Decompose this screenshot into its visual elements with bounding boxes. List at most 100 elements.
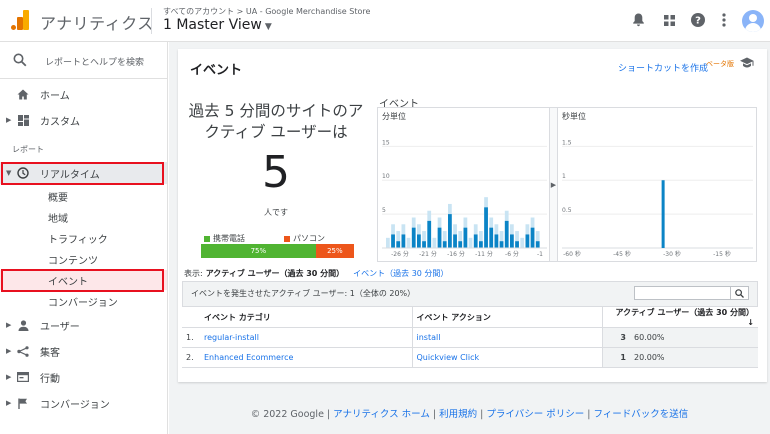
footer-link-feedback[interactable]: フィードバックを送信 [593, 409, 688, 420]
legend-pc: パソコン [284, 233, 325, 244]
bar [535, 241, 540, 248]
sidebar-subitem-events[interactable]: イベント [0, 270, 167, 290]
device-split-bar: 75% 25% [201, 244, 354, 258]
event-chart: 15 10 5 -26 分 -21 分 -16 分 -11 分 -6 分 -1 1.5 1 0.5 -6… [377, 107, 757, 262]
bar [530, 227, 535, 248]
tab-active-users[interactable]: アクティブ ユーザー（過去 30 分間） [206, 268, 344, 279]
sidebar-subitem-overview[interactable]: 概要 [0, 186, 167, 206]
y-tick-label: 5 [382, 207, 386, 214]
column-header-label: アクティブ ユーザー（過去 30 分間） [615, 308, 754, 317]
bar [427, 220, 432, 248]
active-users-unit: 人です [264, 208, 288, 217]
expand-arrow-icon: ▼ [6, 169, 12, 177]
x-tick-label: -16 分 [447, 250, 465, 258]
sidebar-item-label: 行動 [40, 373, 60, 385]
sidebar: レポートとヘルプを検索 ホーム ▶ カスタム レポート ▼ リアルタイム 概要 … [0, 42, 168, 434]
bar [661, 180, 665, 248]
events-table: イベント カテゴリ イベント アクション アクティブ ユーザー（過去 30 分間… [182, 307, 758, 368]
app-title[interactable]: アナリティクス [40, 10, 154, 34]
copyright-text: © 2022 Google [250, 409, 324, 420]
per-second-label: 秒単位 [562, 112, 586, 121]
footer-link-privacy[interactable]: プライバシー ポリシー [486, 409, 584, 420]
bar [479, 241, 483, 248]
bar [417, 234, 421, 248]
sidebar-item-custom[interactable]: ▶ カスタム [0, 109, 167, 131]
bar [401, 234, 406, 248]
column-header-category[interactable]: イベント カテゴリ [200, 307, 412, 328]
active-users-percent: 60.00% [630, 327, 758, 348]
sidebar-subitem-locations[interactable]: 地域 [0, 207, 167, 227]
help-icon[interactable]: ? [689, 11, 707, 29]
bell-icon[interactable] [629, 11, 647, 29]
subitem-label: 地域 [48, 213, 68, 225]
chart-collapse-handle[interactable]: ▶ [549, 108, 558, 261]
bar [499, 241, 504, 248]
table-search-input[interactable] [634, 286, 731, 300]
behavior-icon [17, 371, 29, 383]
create-shortcut-link[interactable]: ショートカットを作成 [618, 61, 708, 74]
x-tick-label: -11 分 [475, 250, 493, 258]
sidebar-item-behavior[interactable]: ▶ 行動 [0, 366, 167, 388]
subitem-label: トラフィック [48, 234, 108, 246]
expand-arrow-icon: ▶ [6, 347, 12, 355]
sidebar-item-acquisition[interactable]: ▶ 集客 [0, 340, 167, 362]
bar [510, 234, 514, 248]
more-vert-icon[interactable] [715, 11, 733, 29]
expand-arrow-icon: ▶ [6, 116, 12, 124]
footer: © 2022 Google | アナリティクス ホーム | 利用規約 | プライ… [250, 409, 689, 420]
sidebar-item-label: ホーム [40, 90, 70, 102]
reports-section-label: レポート [12, 145, 44, 154]
x-tick-label: -21 分 [419, 250, 437, 258]
analytics-logo[interactable] [11, 10, 29, 30]
graduation-cap-icon[interactable] [740, 57, 754, 71]
column-header-action[interactable]: イベント アクション [411, 307, 602, 328]
bar [411, 227, 416, 248]
active-users-percent: 20.00% [630, 347, 758, 368]
sidebar-item-realtime[interactable]: ▼ リアルタイム [0, 162, 167, 184]
footer-link-analytics-home[interactable]: アナリティクス ホーム [333, 409, 430, 420]
bar [489, 227, 494, 248]
expand-arrow-icon: ▶ [6, 321, 12, 329]
sidebar-item-label: リアルタイム [40, 169, 100, 181]
bar [473, 234, 478, 248]
page-title: イベント [190, 63, 243, 78]
x-tick-label: -60 秒 [563, 250, 581, 258]
event-action-link[interactable]: install [411, 327, 602, 348]
tab-events[interactable]: イベント（過去 30 分間） [353, 268, 448, 279]
footer-link-terms[interactable]: 利用規約 [439, 409, 477, 420]
expand-arrow-icon: ▶ [6, 373, 12, 381]
row-index: 2. [182, 347, 200, 368]
legend-label: パソコン [293, 234, 325, 243]
bar [494, 234, 499, 248]
report-search[interactable]: レポートとヘルプを検索 [0, 42, 167, 79]
active-users-caption: 過去 5 分間のサイトのアクティブ ユーザーは [188, 102, 364, 141]
column-header-active-users[interactable]: アクティブ ユーザー（過去 30 分間） ↓ [601, 307, 758, 328]
table-row: 2. Enhanced Ecommerce Quickview Click 1 … [182, 347, 758, 368]
sidebar-item-home[interactable]: ホーム [0, 83, 167, 105]
sidebar-subitem-content[interactable]: コンテンツ [0, 249, 167, 269]
dashboard-icon [17, 114, 29, 126]
sort-arrow-icon: ↓ [747, 318, 754, 327]
bar [437, 227, 442, 248]
sidebar-item-conversions[interactable]: ▶ コンバージョン [0, 392, 167, 414]
x-tick-label: -30 秒 [663, 250, 681, 258]
account-breadcrumb[interactable]: すべてのアカウント > UA - Google Merchandise Stor… [163, 6, 370, 17]
apps-icon[interactable] [660, 11, 678, 29]
event-category-link[interactable]: regular-install [200, 327, 412, 348]
sidebar-subitem-conversions[interactable]: コンバージョン [0, 291, 167, 311]
chevron-down-icon: ▼ [264, 22, 272, 32]
sidebar-subitem-traffic[interactable]: トラフィック [0, 228, 167, 248]
subitem-label: イベント [48, 276, 88, 288]
event-category-link[interactable]: Enhanced Ecommerce [200, 347, 412, 368]
view-selector[interactable]: 1 Master View ▼ [163, 17, 272, 33]
event-action-link[interactable]: Quickview Click [411, 347, 602, 368]
subitem-label: コンテンツ [48, 255, 98, 267]
table-search-button[interactable] [731, 286, 749, 300]
avatar[interactable] [742, 10, 764, 32]
table-caption: イベントを発生させたアクティブ ユーザー: 1（全体の 20%） [191, 289, 416, 298]
table-header-row: イベント カテゴリ イベント アクション アクティブ ユーザー（過去 30 分間… [182, 307, 758, 328]
sidebar-item-audience[interactable]: ▶ ユーザー [0, 314, 167, 336]
subitem-label: コンバージョン [48, 297, 118, 309]
legend-mobile: 携帯電話 [204, 233, 245, 244]
view-tabs: 表示: アクティブ ユーザー（過去 30 分間） イベント（過去 30 分間） [184, 268, 448, 279]
